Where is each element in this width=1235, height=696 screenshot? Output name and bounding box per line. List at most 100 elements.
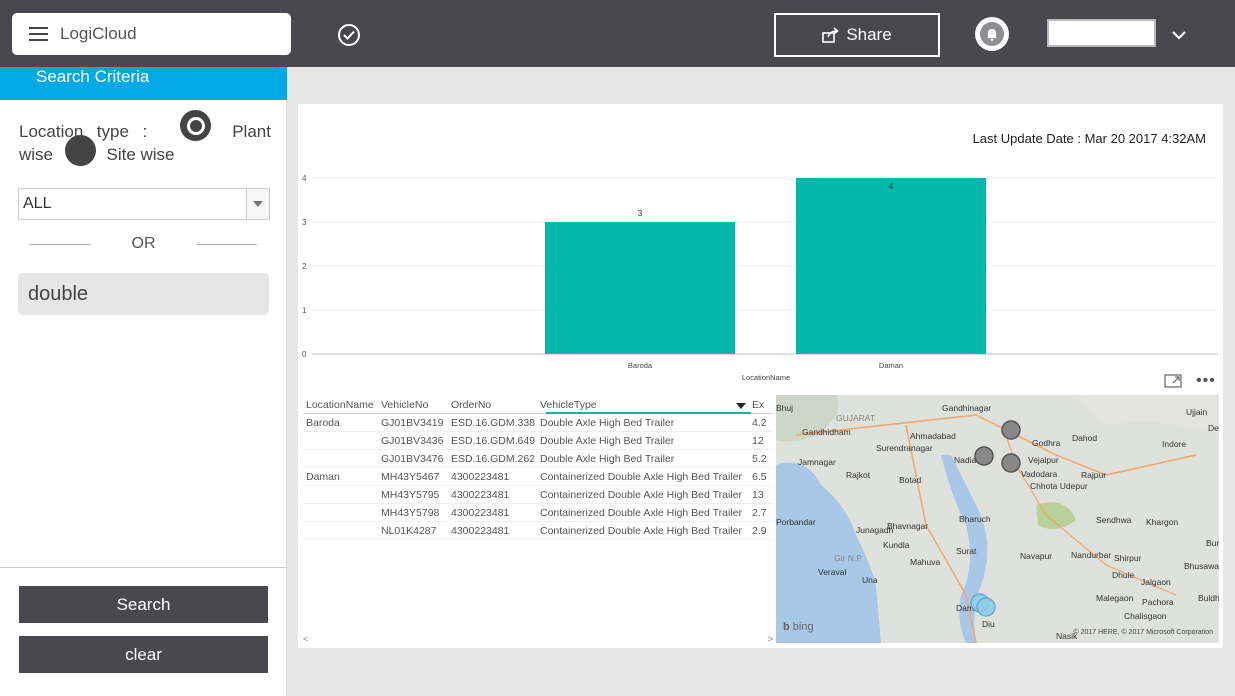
col-vehicle[interactable]: VehicleNo	[381, 399, 451, 411]
cell-vehicle-type: Double Axle High Bed Trailer	[540, 452, 675, 465]
last-update-date: Last Update Date : Mar 20 2017 4:32AM	[972, 131, 1206, 146]
vehicle-table: LocationName VehicleNo OrderNo VehicleTy…	[303, 396, 773, 540]
search-criteria-header: Search Criteria	[0, 67, 287, 100]
scroll-left-icon[interactable]: <	[303, 634, 308, 644]
location-select-value: ALL	[23, 195, 52, 212]
app-title: LogiCloud	[60, 24, 137, 43]
cell-extra: 12	[752, 434, 764, 447]
user-name-box[interactable]	[1047, 19, 1156, 47]
hamburger-menu-icon[interactable]	[29, 27, 48, 41]
search-criteria-title: Search Criteria	[36, 67, 150, 86]
report-canvas: Last Update Date : Mar 20 2017 4:32AM 0 1…	[298, 104, 1223, 648]
cell-vehicle-type: Containerized Double Axle High Bed Trail…	[540, 488, 742, 501]
cell-vehicle-no: GJ01BV3419	[381, 416, 444, 429]
map-marker-baroda-2	[974, 446, 994, 466]
share-icon	[822, 27, 840, 43]
scroll-right-icon[interactable]: >	[768, 634, 773, 644]
col-order[interactable]: OrderNo	[451, 399, 540, 411]
cell-extra: 13	[752, 488, 764, 501]
table-row[interactable]: Daman MH43Y5467 4300223481 Containerized Do…	[303, 468, 773, 486]
bar-daman	[796, 178, 986, 354]
search-button[interactable]: Search	[19, 586, 268, 623]
table-row[interactable]: MH43Y5798 4300223481 Containerized Double …	[303, 504, 773, 522]
cell-vehicle-no: GJ01BV3436	[381, 434, 444, 447]
map-visual[interactable]: GandhinagarUjjainGUJARATDewasGandhidhamA…	[776, 395, 1219, 643]
cell-vehicle-type: Containerized Double Axle High Bed Trail…	[540, 524, 742, 537]
data-label: 3	[638, 209, 643, 218]
share-button[interactable]: Share	[774, 13, 940, 57]
sort-desc-icon[interactable]	[736, 402, 746, 411]
cell-order-no: ESD.16.GDM.338	[451, 416, 536, 429]
map-marker-baroda-3	[1001, 453, 1021, 473]
app-switcher[interactable]: LogiCloud	[12, 13, 291, 55]
cell-extra: 2.7	[752, 506, 767, 519]
table-body: Baroda GJ01BV3419 ESD.16.GDM.338 Double Axl…	[303, 414, 773, 540]
table-row[interactable]: GJ01BV3436 ESD.16.GDM.649 Double Axle High…	[303, 432, 773, 450]
x-axis-label: LocationName	[742, 373, 790, 382]
cell-order-no: 4300223481	[451, 506, 510, 519]
col-vehicle-type[interactable]: VehicleType	[540, 399, 752, 411]
colon-label: :	[142, 122, 148, 141]
cell-extra: 5.2	[752, 452, 767, 465]
focus-mode-icon[interactable]	[1164, 373, 1182, 389]
y-tick-label: 3	[302, 218, 307, 227]
location-type-group: Location type : Plant wise Site wise	[19, 120, 271, 166]
cell-location: Baroda	[306, 416, 340, 429]
bing-logo: b bing	[783, 621, 814, 633]
bell-icon	[980, 22, 1004, 46]
cell-vehicle-no: MH43Y5798	[381, 506, 440, 519]
or-label: OR	[131, 235, 156, 252]
chevron-down-icon[interactable]	[1171, 27, 1187, 45]
clear-button[interactable]: clear	[19, 636, 268, 673]
plant-wise-label: wise	[19, 145, 54, 164]
plant-label: Plant	[232, 122, 271, 141]
notification-button[interactable]	[975, 17, 1009, 51]
checkmark-icon[interactable]	[338, 24, 360, 46]
cell-vehicle-type: Double Axle High Bed Trailer	[540, 434, 675, 447]
col-vehicle-type-label: VehicleType	[540, 398, 597, 411]
site-wise-radio[interactable]	[65, 135, 96, 166]
y-tick-label: 1	[302, 306, 307, 315]
cell-vehicle-no: MH43Y5467	[381, 470, 440, 483]
bing-brand: bing	[792, 621, 814, 633]
data-label: 4	[889, 182, 894, 191]
x-tick-label: Daman	[879, 361, 903, 370]
cell-order-no: 4300223481	[451, 470, 510, 483]
dropdown-arrow-icon[interactable]	[246, 189, 269, 219]
map-marker-daman-2	[976, 597, 996, 617]
site-wise-label: Site wise	[106, 145, 175, 164]
cell-vehicle-type: Double Axle High Bed Trailer	[540, 416, 675, 429]
cell-order-no: 4300223481	[451, 488, 510, 501]
y-tick-label: 4	[302, 174, 307, 183]
cell-order-no: ESD.16.GDM.649	[451, 434, 536, 447]
or-divider: OR	[30, 235, 257, 253]
cell-vehicle-no: NL01K4287	[381, 524, 437, 537]
sidebar-divider	[0, 567, 287, 568]
map-copyright: © 2017 HERE, © 2017 Microsoft Corporatio…	[1073, 629, 1214, 636]
share-label: Share	[846, 25, 892, 44]
col-location[interactable]: LocationName	[303, 399, 381, 411]
cell-vehicle-type: Containerized Double Axle High Bed Trail…	[540, 470, 742, 483]
table-row[interactable]: GJ01BV3476 ESD.16.GDM.262 Double Axle High…	[303, 450, 773, 468]
y-tick-label: 2	[302, 262, 307, 271]
table-row[interactable]: Baroda GJ01BV3419 ESD.16.GDM.338 Double Axl…	[303, 414, 773, 432]
horizontal-scrollbar[interactable]: < >	[303, 634, 773, 644]
top-bar: LogiCloud Share	[0, 0, 1235, 67]
cell-vehicle-no: GJ01BV3476	[381, 452, 444, 465]
visual-header-icons: •••	[1164, 372, 1216, 390]
plant-wise-radio[interactable]	[180, 110, 211, 141]
y-tick-label: 0	[302, 350, 307, 359]
col-extra[interactable]: Ex	[752, 399, 772, 411]
map-markers	[970, 420, 1021, 617]
cell-location: Daman	[306, 470, 340, 483]
cell-extra: 4.2	[752, 416, 767, 429]
x-tick-label: Baroda	[628, 361, 653, 370]
search-input[interactable]: double	[18, 273, 269, 315]
more-options-icon[interactable]: •••	[1196, 372, 1216, 390]
table-row[interactable]: MH43Y5795 4300223481 Containerized Double …	[303, 486, 773, 504]
table-row[interactable]: NL01K4287 4300223481 Containerized Double …	[303, 522, 773, 540]
location-select[interactable]: ALL	[18, 188, 270, 220]
bar-baroda	[545, 222, 735, 354]
cell-order-no: 4300223481	[451, 524, 510, 537]
type-label: type	[96, 122, 129, 141]
